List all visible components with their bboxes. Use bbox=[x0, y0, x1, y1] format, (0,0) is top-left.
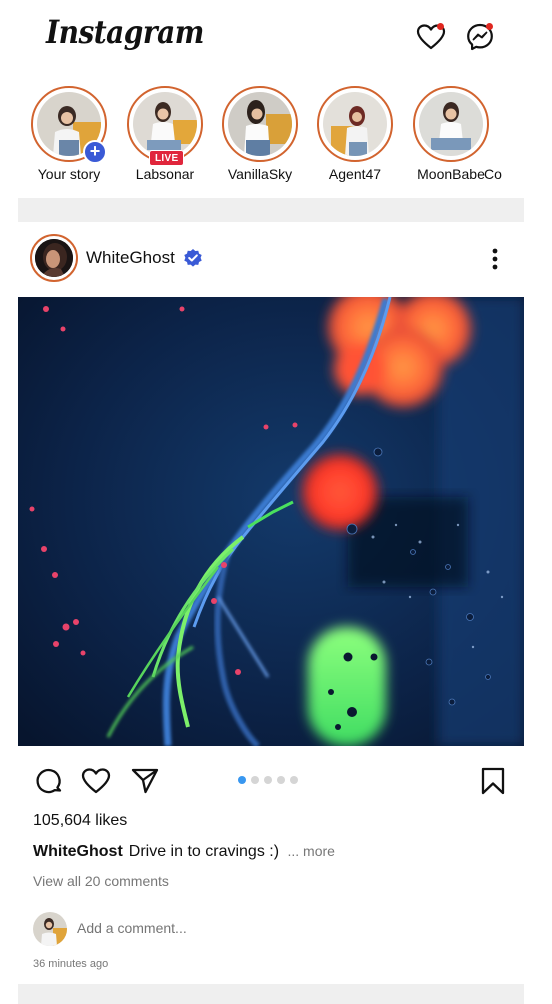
story-ring bbox=[413, 86, 489, 162]
heart-icon bbox=[81, 768, 111, 794]
avatar bbox=[323, 92, 387, 156]
notification-dot bbox=[437, 23, 444, 30]
caption-more-link[interactable]: ... more bbox=[287, 843, 334, 859]
story-name: Co bbox=[484, 166, 502, 182]
live-badge: LIVE bbox=[149, 150, 185, 166]
avatar bbox=[228, 92, 292, 156]
add-comment-row bbox=[33, 912, 503, 946]
top-bar: Instagram bbox=[0, 0, 552, 80]
caption-text: Drive in to cravings :) bbox=[128, 843, 280, 860]
post-username[interactable]: WhiteGhost bbox=[86, 248, 175, 268]
more-vertical-icon bbox=[492, 248, 498, 270]
post-image[interactable] bbox=[18, 297, 524, 746]
story-ring bbox=[222, 86, 298, 162]
likes-count[interactable]: 105,604 likes bbox=[33, 812, 127, 830]
instagram-logo[interactable]: Instagram bbox=[46, 14, 204, 51]
like-button[interactable] bbox=[81, 766, 111, 796]
save-button[interactable] bbox=[478, 766, 508, 796]
verified-badge-icon bbox=[183, 248, 203, 268]
story-name: Your story bbox=[37, 166, 101, 182]
carousel-dot bbox=[251, 776, 259, 784]
section-divider bbox=[18, 984, 524, 1004]
add-story-icon[interactable]: + bbox=[83, 140, 107, 164]
carousel-dot bbox=[264, 776, 272, 784]
carousel-dot bbox=[277, 776, 285, 784]
share-button[interactable] bbox=[130, 766, 160, 796]
bookmark-icon bbox=[481, 767, 505, 795]
story-name: Labsonar bbox=[135, 166, 195, 182]
caption-username[interactable]: WhiteGhost bbox=[33, 843, 123, 860]
carousel-indicator bbox=[238, 776, 303, 784]
carousel-dot-active bbox=[238, 776, 246, 784]
story-ring: LIVE bbox=[127, 86, 203, 166]
story-ring bbox=[317, 86, 393, 162]
post-caption: WhiteGhost Drive in to cravings :) ... mo… bbox=[33, 843, 335, 861]
more-options-button[interactable] bbox=[486, 246, 504, 272]
messenger-button[interactable] bbox=[465, 22, 495, 52]
avatar bbox=[33, 912, 67, 946]
stories-row[interactable]: + Your story LIVE Labsonar VanillaSky Ag… bbox=[0, 86, 552, 190]
view-comments-link[interactable]: View all 20 comments bbox=[33, 873, 169, 889]
post-timestamp: 36 minutes ago bbox=[33, 958, 109, 970]
comment-icon bbox=[36, 768, 62, 794]
post-header: WhiteGhost bbox=[18, 232, 524, 286]
post-actions bbox=[18, 762, 524, 798]
comment-input[interactable] bbox=[77, 920, 377, 936]
story-name: Agent47 bbox=[328, 166, 382, 182]
comment-button[interactable] bbox=[34, 766, 64, 796]
carousel-dot bbox=[290, 776, 298, 784]
post-avatar-ring[interactable] bbox=[30, 234, 78, 282]
avatar bbox=[35, 239, 73, 277]
story-ring: + bbox=[31, 86, 107, 164]
story-name: VanillaSky bbox=[227, 166, 293, 182]
avatar bbox=[419, 92, 483, 156]
send-icon bbox=[131, 768, 159, 794]
section-divider bbox=[18, 198, 524, 222]
avatar bbox=[133, 92, 197, 156]
notification-dot bbox=[486, 23, 493, 30]
activity-button[interactable] bbox=[416, 22, 446, 52]
